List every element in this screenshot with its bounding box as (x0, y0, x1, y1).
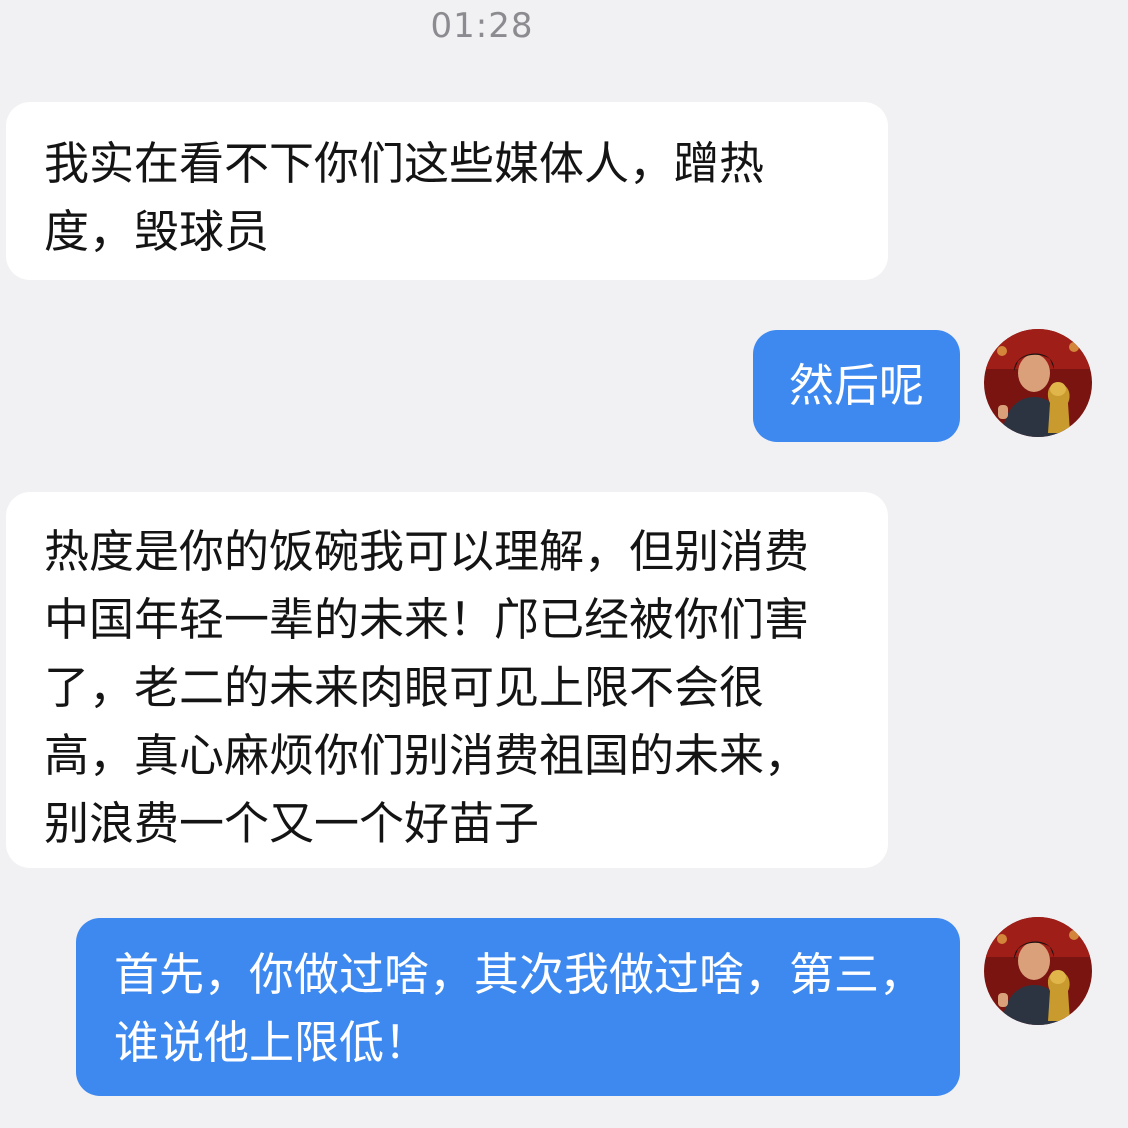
avatar-portrait-icon (984, 329, 1092, 437)
outgoing-message-bubble[interactable]: 然后呢 (752, 330, 960, 442)
incoming-message-bubble[interactable]: 热度是你的饭碗我可以理解，但别消费中国年轻一辈的未来！邝已经被你们害了，老二的未… (6, 492, 888, 868)
user-avatar[interactable] (984, 329, 1092, 437)
message-timestamp: 01:28 (430, 6, 534, 46)
outgoing-message-bubble[interactable]: 首先，你做过啥，其次我做过啥，第三，谁说他上限低！ (76, 918, 960, 1096)
incoming-message-bubble[interactable]: 我实在看不下你们这些媒体人，蹭热度，毁球员 (6, 102, 888, 280)
avatar-portrait-icon (984, 917, 1092, 1025)
user-avatar[interactable] (984, 917, 1092, 1025)
